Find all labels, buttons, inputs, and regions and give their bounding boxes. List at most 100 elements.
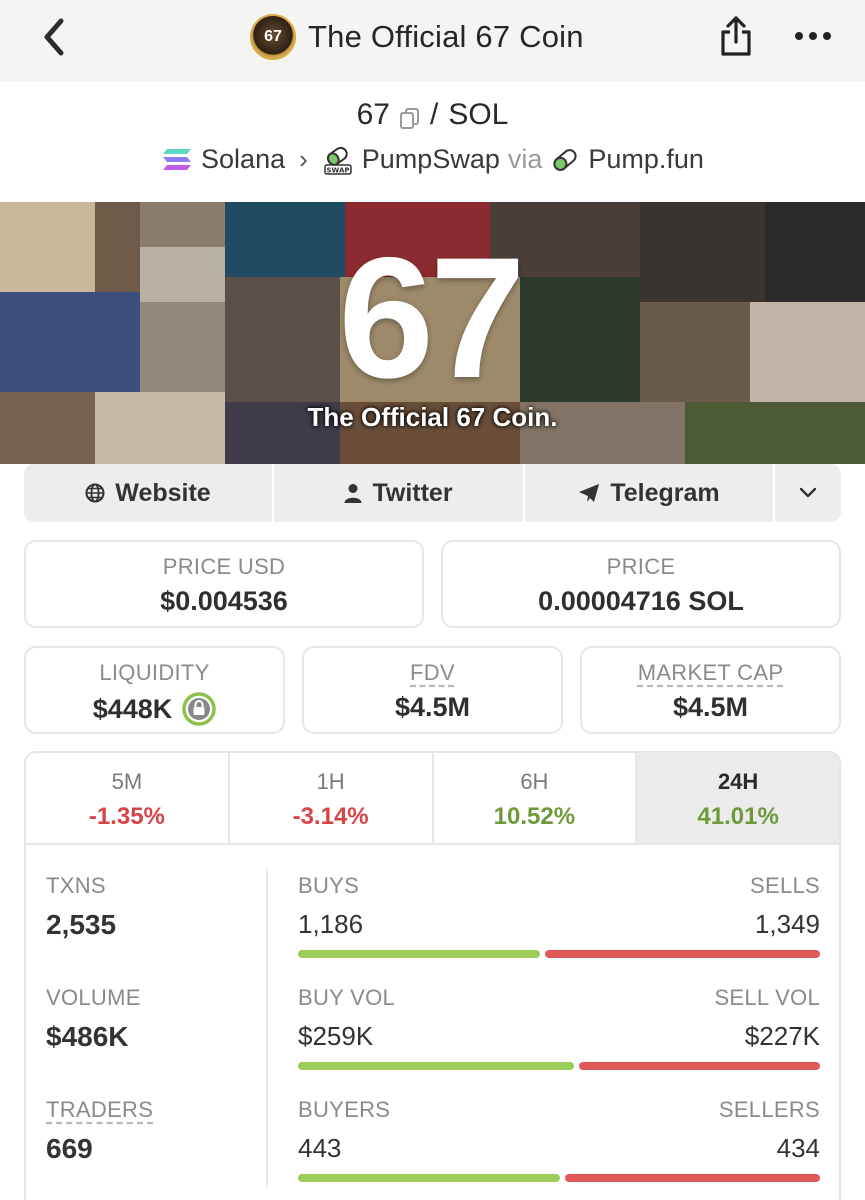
- tab-label: 5M: [111, 769, 143, 794]
- dex-link[interactable]: PumpSwap: [362, 144, 500, 175]
- website-button[interactable]: Website: [24, 464, 274, 522]
- base-symbol: 67: [356, 98, 390, 131]
- chevron-left-icon: [44, 18, 64, 56]
- chevron-right-icon: ›: [299, 144, 308, 174]
- sell-vol-value: $227K: [744, 1021, 820, 1051]
- pair-header: 67 / SOL: [0, 98, 865, 132]
- sell-bar-segment: [545, 950, 820, 958]
- top-bar: 67 The Official 67 Coin: [0, 0, 865, 82]
- volume-metric: VOLUME $486K: [46, 985, 141, 1053]
- twitter-button[interactable]: Twitter: [274, 464, 525, 522]
- tab-6h[interactable]: 6H 10.52%: [434, 753, 638, 843]
- pair-separator: /: [430, 98, 439, 131]
- buys-sells-split: BUYS SELLS 1,186 1,349: [298, 873, 820, 958]
- traders-bar: [298, 1174, 820, 1182]
- tab-1h[interactable]: 1H -3.14%: [230, 753, 434, 843]
- buy-bar-segment: [298, 1062, 574, 1070]
- price-native-value: 0.00004716 SOL: [538, 586, 744, 616]
- volume-value: $486K: [46, 1021, 129, 1052]
- solana-icon: [163, 148, 192, 170]
- tab-label: 1H: [316, 769, 345, 794]
- tab-label: 6H: [520, 769, 549, 794]
- fdv-card: FDV $4.5M: [302, 646, 563, 734]
- more-horizontal-icon: [795, 32, 831, 40]
- sellers-label: SELLERS: [718, 1097, 820, 1122]
- traders-label[interactable]: TRADERS: [46, 1097, 153, 1123]
- sells-label: SELLS: [750, 873, 820, 898]
- liquidity-card: LIQUIDITY $448K: [24, 646, 285, 734]
- market-cap-value: $4.5M: [672, 692, 749, 722]
- copy-icon[interactable]: [400, 104, 420, 129]
- via-label: via: [507, 144, 543, 174]
- pumpfun-icon: [553, 148, 577, 171]
- txns-metric: TXNS 2,535: [46, 873, 116, 941]
- buy-bar-segment: [298, 1174, 560, 1182]
- tab-change: 10.52%: [493, 803, 576, 830]
- traders-metric: TRADERS 669: [46, 1097, 153, 1165]
- twitter-label: Twitter: [372, 478, 453, 507]
- quote-symbol: SOL: [448, 98, 509, 131]
- volume-split: BUY VOL SELL VOL $259K $227K: [298, 985, 820, 1070]
- traders-value: 669: [46, 1133, 93, 1164]
- svg-text:SWAP: SWAP: [326, 166, 349, 174]
- price-usd-label: PRICE USD: [162, 554, 286, 579]
- traders-split: BUYERS SELLERS 443 434: [298, 1097, 820, 1182]
- telegram-button[interactable]: Telegram: [525, 464, 775, 522]
- buy-bar-segment: [298, 950, 540, 958]
- tab-change: -1.35%: [88, 803, 165, 830]
- market-cap-card: MARKET CAP $4.5M: [580, 646, 841, 734]
- buys-sells-bar: [298, 950, 820, 958]
- market-cap-label[interactable]: MARKET CAP: [582, 660, 839, 686]
- fdv-value: $4.5M: [394, 692, 471, 722]
- launchpad-link[interactable]: Pump.fun: [588, 144, 704, 175]
- social-links: Website Twitter Telegram: [24, 464, 841, 522]
- share-icon: [721, 16, 751, 56]
- user-icon: [344, 484, 362, 503]
- sell-bar-segment: [565, 1174, 820, 1182]
- telegram-label: Telegram: [610, 478, 720, 507]
- price-usd-value: $0.004536: [160, 586, 288, 616]
- website-label: Website: [115, 478, 211, 507]
- price-native-label: PRICE: [606, 554, 676, 579]
- txns-label: TXNS: [46, 873, 106, 898]
- stats-panel: 5M -1.35% 1H -3.14% 6H 10.52% 24H 41.01%…: [24, 751, 841, 1200]
- more-links-button[interactable]: [775, 464, 841, 522]
- timeframe-tabs: 5M -1.35% 1H -3.14% 6H 10.52% 24H 41.01%: [26, 753, 839, 845]
- tab-5m[interactable]: 5M -1.35%: [26, 753, 230, 843]
- back-button[interactable]: [34, 14, 74, 60]
- lock-icon[interactable]: [182, 692, 217, 726]
- tab-24h[interactable]: 24H 41.01%: [637, 753, 839, 843]
- sellers-value: 434: [776, 1133, 820, 1163]
- column-divider: [266, 869, 268, 1187]
- token-banner: 67 The Official 67 Coin.: [0, 202, 865, 464]
- coin-logo: 67: [250, 14, 296, 60]
- buys-value: 1,186: [298, 909, 364, 939]
- liquidity-row: $448K: [26, 692, 283, 726]
- sell-vol-label: SELL VOL: [714, 985, 820, 1010]
- price-usd-card: PRICE USD $0.004536: [24, 540, 424, 628]
- buyers-label: BUYERS: [298, 1097, 391, 1122]
- token-title: 67 The Official 67 Coin: [250, 12, 584, 62]
- buys-label: BUYS: [298, 873, 360, 898]
- chevron-down-icon: [799, 487, 817, 498]
- more-button[interactable]: [790, 20, 836, 52]
- tab-change: 41.01%: [697, 803, 779, 830]
- chain-link[interactable]: Solana: [201, 144, 285, 175]
- page-title: The Official 67 Coin: [308, 19, 584, 54]
- share-button[interactable]: [716, 12, 756, 60]
- breadcrumb: Solana › SWAP PumpSwap via Pump.fun: [0, 144, 865, 175]
- pumpswap-icon: SWAP: [324, 146, 352, 175]
- sells-value: 1,349: [754, 909, 820, 939]
- telegram-icon: [579, 484, 600, 502]
- banner-number: 67: [338, 222, 525, 414]
- fdv-label[interactable]: FDV: [304, 660, 561, 686]
- buy-vol-label: BUY VOL: [298, 985, 396, 1010]
- banner-caption: The Official 67 Coin.: [307, 402, 558, 432]
- buyers-value: 443: [298, 1133, 342, 1163]
- tab-label: 24H: [717, 769, 759, 794]
- tab-change: -3.14%: [292, 803, 369, 830]
- txns-value: 2,535: [46, 909, 117, 940]
- price-native-card: PRICE 0.00004716 SOL: [441, 540, 841, 628]
- liquidity-label: LIQUIDITY: [99, 660, 210, 685]
- volume-label: VOLUME: [46, 985, 141, 1010]
